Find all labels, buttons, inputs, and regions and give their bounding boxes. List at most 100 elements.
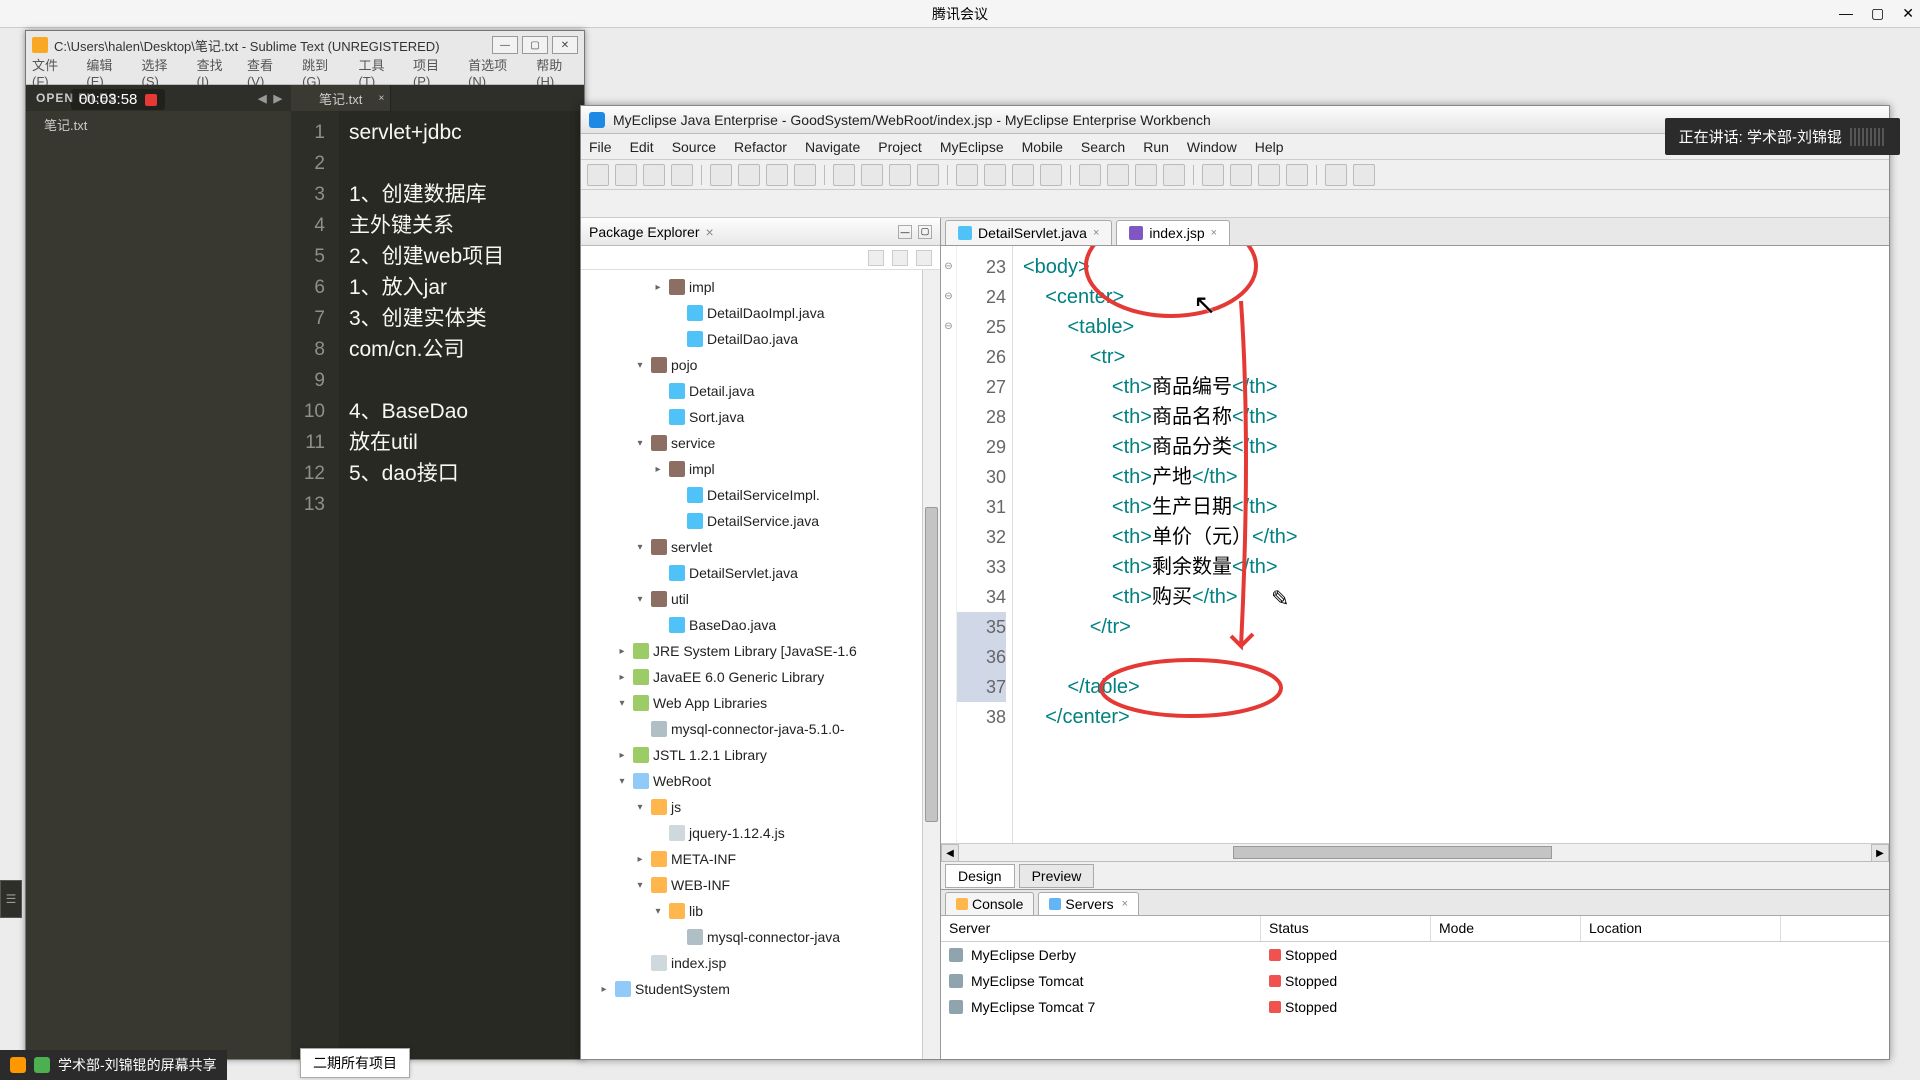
tree-item[interactable]: Detail.java	[581, 378, 940, 404]
view-max-icon[interactable]: ▢	[918, 225, 932, 239]
toolbar-button[interactable]	[1079, 164, 1101, 186]
ec-menu-item[interactable]: Mobile	[1022, 139, 1063, 155]
st-menu-item[interactable]: 查看(V)	[247, 55, 288, 89]
tree-item[interactable]: ▸JavaEE 6.0 Generic Library	[581, 664, 940, 690]
code-content[interactable]: <body> <center> <table> <tr> <th>商品编号</t…	[1013, 246, 1889, 843]
tree-item[interactable]: ▾js	[581, 794, 940, 820]
nav-right-icon[interactable]: ▶	[274, 92, 283, 105]
toolbar-button[interactable]	[643, 164, 665, 186]
st-menu-item[interactable]: 跳到(G)	[302, 55, 344, 89]
st-menu-item[interactable]: 工具(T)	[359, 55, 399, 89]
tree-item[interactable]: DetailDaoImpl.java	[581, 300, 940, 326]
toolbar-button[interactable]	[1353, 164, 1375, 186]
toolbar-button[interactable]	[794, 164, 816, 186]
tree-item[interactable]: DetailDao.java	[581, 326, 940, 352]
editor-mode-tab[interactable]: Design	[945, 864, 1015, 888]
ec-menu-item[interactable]: Edit	[630, 139, 654, 155]
tree-item[interactable]: DetailServlet.java	[581, 560, 940, 586]
package-explorer-header[interactable]: Package Explorer × — ▢	[581, 218, 940, 246]
toolbar-button[interactable]	[1107, 164, 1129, 186]
tree-item[interactable]: ▾WEB-INF	[581, 872, 940, 898]
tree-item[interactable]: ▾Web App Libraries	[581, 690, 940, 716]
servers-list[interactable]: MyEclipse DerbyStoppedMyEclipse TomcatSt…	[941, 942, 1889, 1020]
ec-menu-item[interactable]: Window	[1187, 139, 1237, 155]
toolbar-button[interactable]	[1040, 164, 1062, 186]
toolbar-button[interactable]	[1202, 164, 1224, 186]
ec-menu-item[interactable]: MyEclipse	[940, 139, 1004, 155]
st-menu-item[interactable]: 文件(F)	[32, 55, 72, 89]
tab-close-icon[interactable]: ×	[379, 93, 385, 104]
toolbar-button[interactable]	[710, 164, 732, 186]
toolbar-button[interactable]	[861, 164, 883, 186]
tree-item[interactable]: jquery-1.12.4.js	[581, 820, 940, 846]
st-max-icon[interactable]: ▢	[522, 36, 548, 54]
tree-item[interactable]: ▾service	[581, 430, 940, 456]
toolbar-button[interactable]	[1230, 164, 1252, 186]
close-icon[interactable]: ✕	[1902, 5, 1914, 22]
tree-item[interactable]: DetailServiceImpl.	[581, 482, 940, 508]
tree-item[interactable]: ▸META-INF	[581, 846, 940, 872]
editor-tab[interactable]: index.jsp×	[1116, 220, 1230, 245]
st-menu-item[interactable]: 首选项(N)	[468, 55, 522, 89]
editor-hscrollbar[interactable]: ◀ ▶	[941, 843, 1889, 861]
st-menu-item[interactable]: 编辑(E)	[86, 55, 127, 89]
toolbar-button[interactable]	[1012, 164, 1034, 186]
editor-tab[interactable]: DetailServlet.java×	[945, 220, 1112, 245]
toolbar-button[interactable]	[766, 164, 788, 186]
column-header[interactable]: Server	[941, 916, 1261, 941]
tree-item[interactable]: ▾servlet	[581, 534, 940, 560]
tree-item[interactable]: ▸impl	[581, 456, 940, 482]
ec-menu-item[interactable]: Project	[878, 139, 922, 155]
server-row[interactable]: MyEclipse TomcatStopped	[941, 968, 1889, 994]
toolbar-button[interactable]	[889, 164, 911, 186]
link-editor-icon[interactable]	[892, 250, 908, 266]
scroll-right-icon[interactable]: ▶	[1871, 844, 1889, 862]
toolbar-button[interactable]	[1135, 164, 1157, 186]
eclipse-toolbar-2[interactable]	[581, 190, 1889, 218]
nav-left-icon[interactable]: ◀	[258, 92, 267, 105]
open-file-item[interactable]: 笔记.txt	[26, 111, 291, 138]
tab-close-icon[interactable]: ×	[1211, 227, 1217, 239]
tree-item[interactable]: mysql-connector-java-5.1.0-	[581, 716, 940, 742]
tree-item[interactable]: ▸JSTL 1.2.1 Library	[581, 742, 940, 768]
tree-item[interactable]: index.jsp	[581, 950, 940, 976]
sublime-sidebar[interactable]: OPEN FILES ◀▶ 笔记.txt	[26, 85, 291, 1059]
sublime-tab[interactable]: 笔记.txt ×	[291, 85, 391, 111]
tree-item[interactable]: ▸StudentSystem	[581, 976, 940, 1002]
st-menu-item[interactable]: 查找(I)	[197, 55, 233, 89]
tree-item[interactable]: DetailService.java	[581, 508, 940, 534]
ec-menu-item[interactable]: Search	[1081, 139, 1125, 155]
minimize-icon[interactable]: —	[1839, 5, 1853, 22]
st-close-icon[interactable]: ✕	[552, 36, 578, 54]
view-close-icon[interactable]: ×	[706, 224, 714, 240]
package-explorer-toolbar[interactable]	[581, 246, 940, 270]
tree-item[interactable]: ▸impl	[581, 274, 940, 300]
view-min-icon[interactable]: —	[898, 225, 912, 239]
toolbar-button[interactable]	[615, 164, 637, 186]
tree-scrollbar[interactable]	[922, 270, 940, 1059]
tree-item[interactable]: ▾pojo	[581, 352, 940, 378]
view-menu-icon[interactable]	[916, 250, 932, 266]
toolbar-button[interactable]	[738, 164, 760, 186]
tab-close-icon[interactable]: ×	[1093, 227, 1099, 239]
tree-item[interactable]: ▾WebRoot	[581, 768, 940, 794]
bottom-panel-tab[interactable]: Servers×	[1038, 892, 1139, 915]
tab-close-icon[interactable]: ×	[1122, 898, 1128, 910]
st-menu-item[interactable]: 项目(P)	[413, 55, 454, 89]
collapse-all-icon[interactable]	[868, 250, 884, 266]
server-row[interactable]: MyEclipse DerbyStopped	[941, 942, 1889, 968]
sublime-menubar[interactable]: 文件(F)编辑(E)选择(S)查找(I)查看(V)跳到(G)工具(T)项目(P)…	[26, 59, 584, 85]
ec-menu-item[interactable]: Help	[1255, 139, 1284, 155]
column-header[interactable]: Status	[1261, 916, 1431, 941]
st-menu-item[interactable]: 帮助(H)	[536, 55, 578, 89]
st-menu-item[interactable]: 选择(S)	[142, 55, 183, 89]
toolbar-button[interactable]	[1258, 164, 1280, 186]
column-header[interactable]: Location	[1581, 916, 1781, 941]
scroll-left-icon[interactable]: ◀	[941, 844, 959, 862]
code-editor[interactable]: ⊖⊖⊖ 23242526272829303132333435363738 <bo…	[941, 246, 1889, 843]
toolbar-button[interactable]	[833, 164, 855, 186]
maximize-icon[interactable]: ▢	[1871, 5, 1884, 22]
tree-item[interactable]: ▾util	[581, 586, 940, 612]
sublime-editor[interactable]: 12345678910111213 servlet+jdbc 1、创建数据库 主…	[291, 111, 584, 1059]
toolbar-button[interactable]	[984, 164, 1006, 186]
